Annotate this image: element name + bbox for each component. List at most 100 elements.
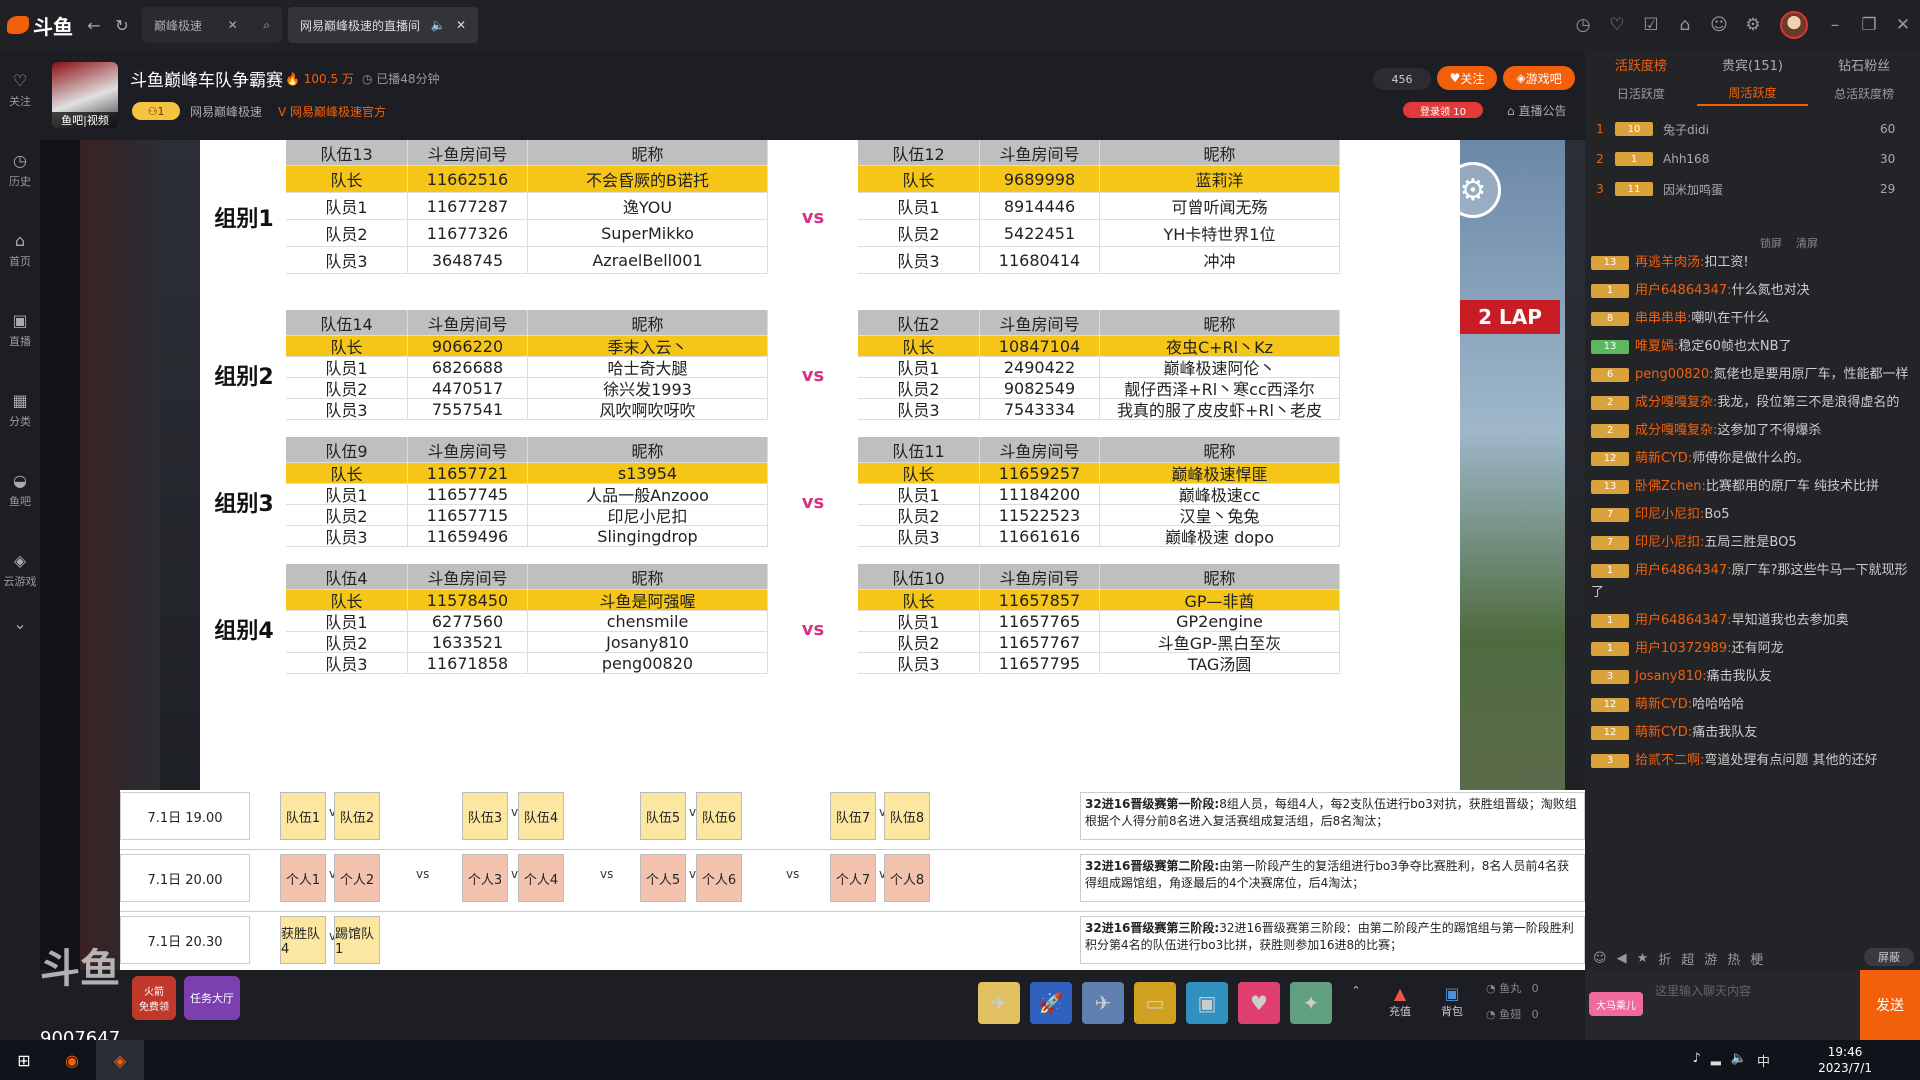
chat-username[interactable]: 印尼小尼扣: xyxy=(1635,507,1704,522)
chat-message[interactable]: 8 串串串串:嘲叭在干什么 xyxy=(1591,308,1911,330)
chat-message[interactable]: 1 用户64864347:原厂车?那这些牛马一下就现形了 xyxy=(1591,560,1911,604)
chat-message[interactable]: 6 peng00820:氮佬也是要用原厂车，性能都一样 xyxy=(1591,364,1911,386)
chat-username[interactable]: 卧佛Zchen: xyxy=(1635,479,1706,494)
bag-button[interactable]: ▣ 背包 xyxy=(1432,984,1472,1024)
chat-tool-icon[interactable]: 折 xyxy=(1658,949,1671,968)
message-icon[interactable]: ☺ xyxy=(1702,8,1736,42)
chat-tool-icon[interactable]: 梗 xyxy=(1750,949,1763,968)
chat-message[interactable]: 3 Josany810:痛击我队友 xyxy=(1591,666,1911,688)
lock-screen-button[interactable]: 锁屏 xyxy=(1760,235,1782,251)
chat-username[interactable]: 用户10372989: xyxy=(1635,641,1732,656)
chat-input[interactable]: 这里输入聊天内容 xyxy=(1655,982,1751,999)
back-icon[interactable]: ← xyxy=(80,11,108,39)
taskbar-douyu-icon[interactable]: ◈ xyxy=(96,1040,144,1080)
chat-message[interactable]: 1 用户10372989:还有阿龙 xyxy=(1591,638,1911,660)
nav-more[interactable]: ⌄ xyxy=(0,610,40,640)
chat-tool-icon[interactable]: ◀ xyxy=(1617,951,1627,966)
restore-icon[interactable]: ❐ xyxy=(1852,8,1886,42)
rocket-free-button[interactable]: 火箭 免费领 xyxy=(132,976,176,1020)
chat-list[interactable]: 13 再逃羊肉汤:扣工资! 1 用户64864347:什么氮也对决 8 串串串串:嘲叭在干… xyxy=(1591,252,1911,982)
chat-message[interactable]: 2 成分嘎嘎复杂:我龙，段位第三不是浪得虚名的 xyxy=(1591,392,1911,414)
shield-button[interactable]: 屏蔽 xyxy=(1864,948,1914,966)
chat-username[interactable]: peng00820: xyxy=(1635,367,1713,382)
nav-follow[interactable]: ♡ 关注 xyxy=(0,50,40,130)
recharge-button[interactable]: ▲ 充值 xyxy=(1380,984,1420,1024)
chat-username[interactable]: 再逃羊肉汤: xyxy=(1635,255,1704,270)
taskbar-app-icon[interactable]: ◉ xyxy=(48,1040,96,1080)
chat-message[interactable]: 13 唯夏嫣:稳定60帧也太NB了 xyxy=(1591,336,1911,358)
douyu-logo[interactable]: 斗鱼 xyxy=(0,0,80,50)
chat-username[interactable]: 成分嘎嘎复杂: xyxy=(1635,423,1717,438)
settings-icon[interactable]: ⚙ xyxy=(1736,8,1770,42)
chat-message[interactable]: 12 萌新CYD:痛击我队友 xyxy=(1591,722,1911,744)
clear-screen-button[interactable]: 清屏 xyxy=(1796,235,1818,251)
chat-username[interactable]: 成分嘎嘎复杂: xyxy=(1635,395,1717,410)
search-icon[interactable]: ⌕ xyxy=(263,18,270,33)
tab-live[interactable]: 网易巅峰极速的直播间 🔈 ✕ xyxy=(288,7,478,43)
rank-row[interactable]: 1 10 兔子didi 60 xyxy=(1585,114,1920,144)
windows-start-icon[interactable]: ⊞ xyxy=(0,1040,48,1080)
favorite-icon[interactable]: ♡ xyxy=(1600,8,1634,42)
gift-card-icon[interactable]: ▭ xyxy=(1134,982,1176,1024)
task-icon[interactable]: ☑ xyxy=(1634,8,1668,42)
subtab-total[interactable]: 总活跃度榜 xyxy=(1808,80,1920,106)
chat-message[interactable]: 1 用户64864347:早知道我也去参加奥 xyxy=(1591,610,1911,632)
close-tab-icon[interactable]: ✕ xyxy=(456,18,466,32)
chat-tool-icon[interactable]: ☺ xyxy=(1593,951,1607,966)
login-reward-badge[interactable]: 登录领 10 xyxy=(1403,102,1483,118)
chat-tool-icon[interactable]: 超 xyxy=(1681,949,1694,968)
chat-username[interactable]: 萌新CYD: xyxy=(1635,697,1692,712)
nav-fishbar[interactable]: ◒ 鱼吧 xyxy=(0,450,40,530)
video-player[interactable]: ⚙ 2 LAP 组别1 vs 队伍13 斗鱼房间号 昵称 队长 11662516 不会昏厥的B… xyxy=(40,140,1585,974)
category-link[interactable]: 网易巅峰极速 xyxy=(190,103,262,120)
nav-live[interactable]: ▣ 直播 xyxy=(0,290,40,370)
tab-vip[interactable]: 贵宾(151) xyxy=(1697,50,1809,78)
subtab-daily[interactable]: 日活跃度 xyxy=(1585,80,1697,106)
shirt-icon[interactable]: ⌂ xyxy=(1668,8,1702,42)
refresh-icon[interactable]: ↻ xyxy=(108,11,136,39)
chat-username[interactable]: 萌新CYD: xyxy=(1635,451,1692,466)
fan-badge[interactable]: 大马乘儿 xyxy=(1589,992,1643,1016)
chat-message[interactable]: 12 萌新CYD:哈哈哈哈 xyxy=(1591,694,1911,716)
chat-username[interactable]: 用户64864347: xyxy=(1635,613,1732,628)
tab-search[interactable]: 巅峰极速 ✕ ⌕ xyxy=(142,7,282,43)
gift-heart-icon[interactable]: ♥ xyxy=(1238,982,1280,1024)
send-button[interactable]: 发送 xyxy=(1860,970,1920,1040)
notice-link[interactable]: ⌂ 直播公告 xyxy=(1507,102,1566,119)
volume-icon[interactable]: 🔈 xyxy=(1731,1051,1747,1070)
chat-message[interactable]: 3 拾贰不二啊:弯道处理有点问题 其他的还好 xyxy=(1591,750,1911,772)
chat-username[interactable]: 用户64864347: xyxy=(1635,563,1732,578)
nav-home[interactable]: ⌂ 首页 xyxy=(0,210,40,290)
chat-tool-icon[interactable]: ★ xyxy=(1637,951,1649,966)
rank-row[interactable]: 3 11 因米加鸣蛋 29 xyxy=(1585,174,1920,204)
chat-username[interactable]: 用户64864347: xyxy=(1635,283,1732,298)
chat-message[interactable]: 2 成分嘎嘎复杂:这参加了不得爆杀 xyxy=(1591,420,1911,442)
chat-tool-icon[interactable]: 游 xyxy=(1704,949,1717,968)
tab-diamond-fans[interactable]: 钻石粉丝 xyxy=(1808,50,1920,78)
tab-activity-rank[interactable]: 活跃度榜 xyxy=(1585,50,1697,78)
nav-cloudgame[interactable]: ◈ 云游戏 xyxy=(0,530,40,610)
chat-username[interactable]: Josany810: xyxy=(1635,669,1707,684)
gift-box-icon[interactable]: ▣ xyxy=(1186,982,1228,1024)
chat-message[interactable]: 7 印尼小尼扣:五局三胜是BO5 xyxy=(1591,532,1911,554)
taskbar-clock[interactable]: 19:46 2023/7/1 xyxy=(1818,1044,1872,1076)
nav-history[interactable]: ◷ 历史 xyxy=(0,130,40,210)
chat-tool-icon[interactable]: 热 xyxy=(1727,949,1740,968)
follow-button[interactable]: ♥ 关注 xyxy=(1437,66,1497,90)
chat-message[interactable]: 12 萌新CYD:师傅你是做什么的。 xyxy=(1591,448,1911,470)
speaker-icon[interactable]: 🔈 xyxy=(431,18,446,32)
chat-message[interactable]: 7 印尼小尼扣:Bo5 xyxy=(1591,504,1911,526)
chat-username[interactable]: 萌新CYD: xyxy=(1635,725,1692,740)
game-bar-button[interactable]: ◈ 游戏吧 xyxy=(1503,66,1575,90)
chat-username[interactable]: 串串串串: xyxy=(1635,311,1691,326)
ime-indicator[interactable]: 中 xyxy=(1757,1051,1770,1070)
chat-message[interactable]: 1 用户64864347:什么氮也对决 xyxy=(1591,280,1911,302)
chat-message[interactable]: 13 卧佛Zchen:比赛都用的原厂车 纯技术比拼 xyxy=(1591,476,1911,498)
subtab-weekly[interactable]: 周活跃度 xyxy=(1696,80,1809,106)
avatar-caption[interactable]: 鱼吧|视频 xyxy=(52,112,118,128)
history-icon[interactable]: ◷ xyxy=(1566,8,1600,42)
chat-username[interactable]: 拾贰不二啊: xyxy=(1635,753,1704,768)
close-icon[interactable]: ✕ xyxy=(228,18,238,32)
window-close-icon[interactable]: ✕ xyxy=(1886,8,1920,42)
official-link[interactable]: V 网易巅峰极速官方 xyxy=(278,103,386,120)
